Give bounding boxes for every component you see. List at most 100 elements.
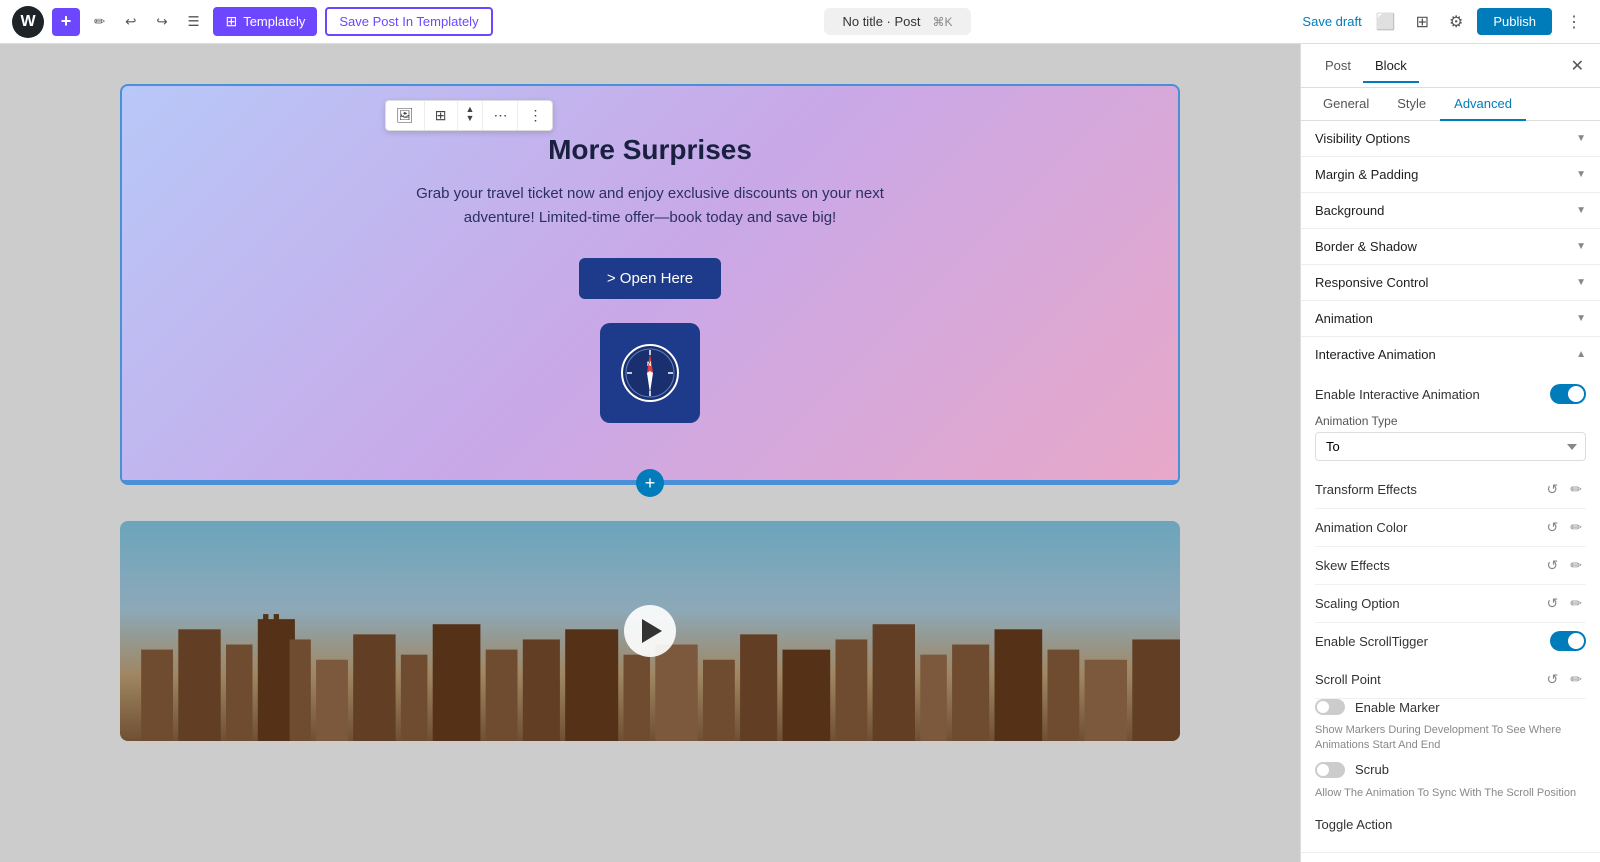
pencil-tool-button[interactable]: ✏	[88, 10, 111, 34]
skew-effects-row: Skew Effects ↺ ✏	[1315, 547, 1586, 585]
add-block-below-button[interactable]: +	[636, 469, 664, 497]
animation-type-select[interactable]: To	[1315, 432, 1586, 461]
visibility-options-header[interactable]: Visibility Options ▼	[1301, 121, 1600, 156]
interactive-animation-header[interactable]: Interactive Animation ▲	[1301, 337, 1600, 372]
transform-effects-reset-button[interactable]: ↺	[1543, 479, 1563, 500]
scaling-option-row: Scaling Option ↺ ✏	[1315, 585, 1586, 623]
redo-button[interactable]: ↪	[150, 10, 173, 34]
skew-effects-actions: ↺ ✏	[1543, 555, 1586, 576]
wp-logo-icon[interactable]: W	[12, 6, 44, 38]
publish-button[interactable]: Publish	[1477, 8, 1552, 35]
play-button[interactable]	[624, 605, 676, 657]
compass-svg-icon: N	[618, 341, 682, 405]
scroll-point-actions: ↺ ✏	[1543, 669, 1586, 690]
align-button[interactable]: ⋯	[483, 101, 518, 130]
animation-color-reset-button[interactable]: ↺	[1543, 517, 1563, 538]
tab-block[interactable]: Block	[1363, 50, 1419, 83]
subtab-advanced[interactable]: Advanced	[1440, 88, 1526, 121]
animation-color-actions: ↺ ✏	[1543, 517, 1586, 538]
more-options-button[interactable]: ⋮	[1560, 8, 1588, 36]
add-block-button[interactable]: +	[52, 8, 80, 36]
sidebar-content: Visibility Options ▼ Margin & Padding ▼ …	[1301, 121, 1600, 862]
hero-title: More Surprises	[154, 134, 1146, 166]
enable-interactive-animation-row: Enable Interactive Animation	[1315, 384, 1586, 404]
list-view-button[interactable]: ☰	[182, 10, 206, 34]
chevron-up-icon: ▲	[1576, 349, 1586, 360]
desktop-icon: ⬜	[1376, 14, 1396, 31]
enable-marker-toggle[interactable]	[1315, 699, 1345, 715]
toggle-knob	[1568, 633, 1584, 649]
tab-post[interactable]: Post	[1313, 50, 1363, 83]
animation-section: Animation ▼	[1301, 301, 1600, 337]
sidebar-header: Post Block ✕	[1301, 44, 1600, 88]
transform-effects-edit-button[interactable]: ✏	[1566, 479, 1586, 500]
skew-effects-edit-button[interactable]: ✏	[1566, 555, 1586, 576]
border-shadow-header[interactable]: Border & Shadow ▼	[1301, 229, 1600, 264]
background-header[interactable]: Background ▼	[1301, 193, 1600, 228]
scaling-option-reset-button[interactable]: ↺	[1543, 593, 1563, 614]
settings-icon: ⚙	[1449, 14, 1463, 31]
toggle-action-row: Toggle Action	[1315, 809, 1586, 840]
toggle-knob	[1568, 386, 1584, 402]
margin-padding-header[interactable]: Margin & Padding ▼	[1301, 157, 1600, 192]
interactive-animation-section: Interactive Animation ▲ Enable Interacti…	[1301, 337, 1600, 853]
responsive-view-button[interactable]: ⬜	[1370, 8, 1402, 36]
list-icon: ☰	[188, 14, 200, 30]
top-bar: W + ✏ ↩ ↪ ☰ ⊞ Templately Save Post In Te…	[0, 0, 1600, 44]
enable-scrolltrigger-row: Enable ScrollTigger	[1315, 631, 1586, 651]
editor-icon: ⊞	[1416, 14, 1429, 31]
animation-header[interactable]: Animation ▼	[1301, 301, 1600, 336]
move-up-button[interactable]: ▲ ▼	[458, 101, 484, 130]
sidebar-close-button[interactable]: ✕	[1567, 52, 1588, 80]
hero-block: More Surprises Grab your travel ticket n…	[120, 84, 1180, 485]
responsive-control-header[interactable]: Responsive Control ▼	[1301, 265, 1600, 300]
hero-cta-button[interactable]: > Open Here	[579, 258, 721, 299]
subtab-general[interactable]: General	[1309, 88, 1383, 121]
enable-interactive-animation-toggle[interactable]	[1550, 384, 1586, 404]
settings-button[interactable]: ⚙	[1443, 8, 1469, 36]
redo-icon: ↪	[156, 14, 167, 30]
compass-image: N	[600, 323, 700, 423]
scroll-point-label: Scroll Point	[1315, 672, 1381, 687]
undo-button[interactable]: ↩	[119, 10, 142, 34]
chevron-down-icon: ▼	[1576, 277, 1586, 288]
save-post-templately-button[interactable]: Save Post In Templately	[325, 7, 492, 36]
editor-toggle-button[interactable]: ⊞	[1410, 8, 1435, 36]
chevron-down-icon: ▼	[1576, 133, 1586, 144]
skew-effects-label: Skew Effects	[1315, 558, 1390, 573]
scaling-option-label: Scaling Option	[1315, 596, 1400, 611]
toggle-action-label: Toggle Action	[1315, 817, 1392, 832]
interactive-animation-content: Enable Interactive Animation Animation T…	[1301, 372, 1600, 852]
editor-area: 🖼 ⊞ ▲ ▼ ⋯ ⋮ More Surprises Grab your tra…	[0, 44, 1300, 862]
templately-button[interactable]: ⊞ Templately	[213, 7, 317, 36]
scroll-point-edit-button[interactable]: ✏	[1566, 669, 1586, 690]
video-overlay	[120, 521, 1180, 741]
save-draft-button[interactable]: Save draft	[1302, 14, 1361, 29]
video-block[interactable]	[120, 521, 1180, 741]
post-title: No title · Post	[842, 14, 920, 29]
keyboard-shortcut: ⌘K	[933, 15, 953, 29]
block-options-button[interactable]: ⋮	[518, 101, 552, 130]
more-icon: ⋮	[1566, 14, 1582, 31]
scroll-point-row: Scroll Point ↺ ✏	[1315, 661, 1586, 699]
scaling-option-edit-button[interactable]: ✏	[1566, 593, 1586, 614]
subtab-style[interactable]: Style	[1383, 88, 1440, 121]
scroll-point-reset-button[interactable]: ↺	[1543, 669, 1563, 690]
transform-effects-actions: ↺ ✏	[1543, 479, 1586, 500]
scrub-label: Scrub	[1355, 762, 1389, 777]
skew-effects-reset-button[interactable]: ↺	[1543, 555, 1563, 576]
post-title-pill[interactable]: No title · Post ⌘K	[824, 8, 970, 35]
visibility-options-section: Visibility Options ▼	[1301, 121, 1600, 157]
responsive-control-section: Responsive Control ▼	[1301, 265, 1600, 301]
scrub-row: Scrub	[1315, 762, 1586, 778]
animation-type-label: Animation Type	[1315, 414, 1586, 428]
enable-scrolltrigger-toggle[interactable]	[1550, 631, 1586, 651]
animation-color-edit-button[interactable]: ✏	[1566, 517, 1586, 538]
border-shadow-section: Border & Shadow ▼	[1301, 229, 1600, 265]
block-toolbar: 🖼 ⊞ ▲ ▼ ⋯ ⋮	[385, 100, 553, 131]
block-subtabs: General Style Advanced	[1301, 88, 1600, 121]
block-transform-button[interactable]: ⊞	[425, 101, 458, 130]
enable-scrolltrigger-label: Enable ScrollTigger	[1315, 634, 1428, 649]
scrub-toggle[interactable]	[1315, 762, 1345, 778]
block-type-button[interactable]: 🖼	[386, 101, 425, 130]
